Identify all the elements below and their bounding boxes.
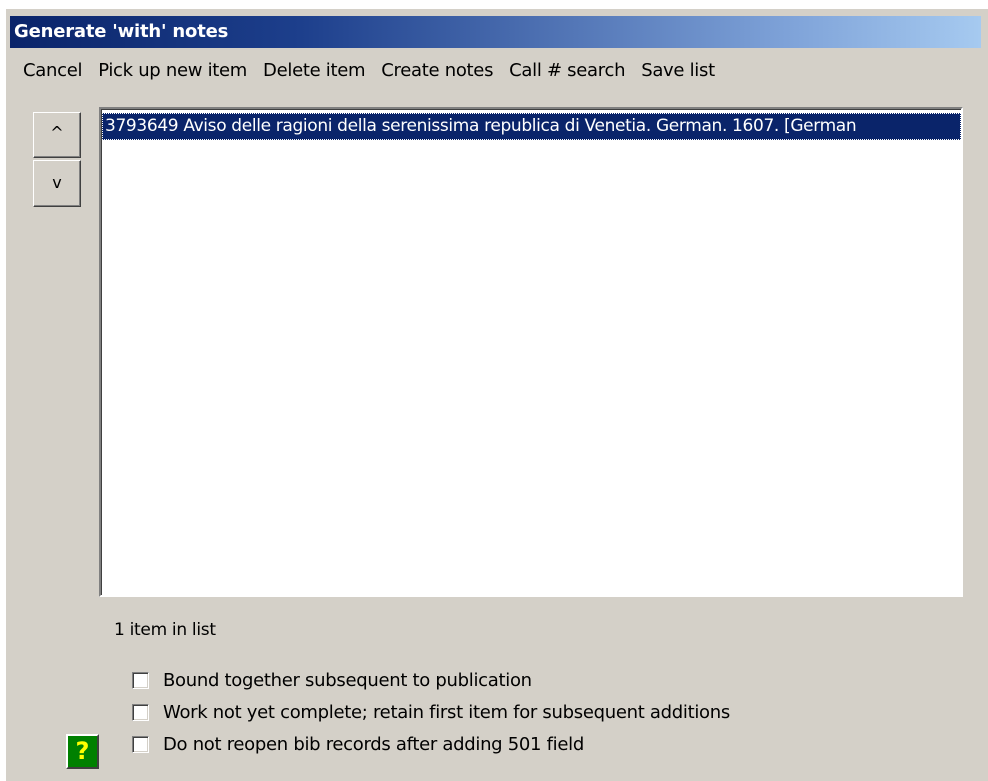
bound-together-label: Bound together subsequent to publication <box>163 669 532 691</box>
item-count-status: 1 item in list <box>114 620 216 640</box>
work-not-complete-checkbox[interactable] <box>132 703 149 721</box>
option-bound-together[interactable]: Bound together subsequent to publication <box>132 667 532 693</box>
list-item[interactable]: 3793649 Aviso delle ragioni della sereni… <box>102 113 961 140</box>
menu-create-notes[interactable]: Create notes <box>373 56 501 86</box>
menu-cancel[interactable]: Cancel <box>6 56 90 86</box>
menu-delete-item[interactable]: Delete item <box>255 56 373 86</box>
menu-call-number-search[interactable]: Call # search <box>501 56 633 86</box>
move-down-button[interactable]: v <box>33 160 81 207</box>
menu-save-list[interactable]: Save list <box>633 56 723 86</box>
do-not-reopen-checkbox[interactable] <box>132 735 149 753</box>
window-title: Generate 'with' notes <box>10 16 981 48</box>
option-work-not-complete[interactable]: Work not yet complete; retain first item… <box>132 699 730 725</box>
items-listbox[interactable]: 3793649 Aviso delle ragioni della sereni… <box>99 107 963 597</box>
dialog-window: Generate 'with' notes Cancel Pick up new… <box>5 8 988 781</box>
bound-together-checkbox[interactable] <box>132 671 149 689</box>
help-icon[interactable]: ? <box>66 734 99 769</box>
do-not-reopen-label: Do not reopen bib records after adding 5… <box>163 733 584 755</box>
work-not-complete-label: Work not yet complete; retain first item… <box>163 701 730 723</box>
menu-pick-up-new-item[interactable]: Pick up new item <box>90 56 255 86</box>
move-up-button[interactable]: ^ <box>33 112 81 158</box>
option-do-not-reopen[interactable]: Do not reopen bib records after adding 5… <box>132 731 584 757</box>
menu-bar: Cancel Pick up new item Delete item Crea… <box>6 54 723 88</box>
